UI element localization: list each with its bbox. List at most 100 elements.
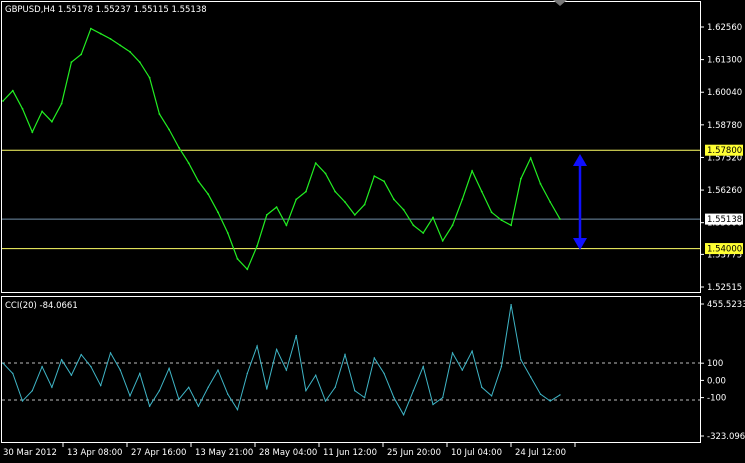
cci-point <box>275 348 278 351</box>
trading-chart[interactable]: GBPUSD,H4 1.55178 1.55237 1.55115 1.5513… <box>0 0 745 463</box>
cci-point <box>90 365 92 368</box>
cci-point <box>266 388 268 390</box>
price-point <box>314 162 317 165</box>
cci-point <box>256 345 258 347</box>
cci-point <box>41 365 43 368</box>
price-point <box>41 110 43 113</box>
cci-point <box>207 386 209 388</box>
price-point <box>480 190 483 193</box>
price-point <box>265 214 268 216</box>
cci-point <box>236 409 239 411</box>
price-point <box>256 245 258 247</box>
cci-point <box>31 390 33 392</box>
cci-point <box>490 395 493 397</box>
price-point <box>109 38 112 40</box>
time-axis-label: 13 May 21:00 <box>195 448 253 458</box>
cci-point <box>559 394 561 396</box>
price-point <box>99 32 102 35</box>
price-point <box>490 211 493 214</box>
price-point <box>11 89 14 92</box>
price-point <box>187 162 190 165</box>
price-point <box>129 50 131 53</box>
price-point <box>383 180 385 183</box>
price-point <box>539 183 542 185</box>
price-point <box>80 53 83 56</box>
time-axis-label: 24 Jul 12:00 <box>515 448 566 458</box>
price-point <box>21 107 24 110</box>
cci-point <box>373 357 375 359</box>
cci-axis-label: 0.00 <box>707 376 726 386</box>
cci-point <box>109 352 112 354</box>
main-header: GBPUSD,H4 1.55178 1.55237 1.55115 1.5513… <box>5 5 207 15</box>
cci-axis-label: -100 <box>707 394 726 404</box>
cci-point <box>422 365 424 368</box>
price-point <box>178 146 180 149</box>
cci-point <box>12 372 14 375</box>
price-point <box>461 198 464 201</box>
price-tag-label: 1.55138 <box>707 215 742 225</box>
cci-point <box>139 372 141 375</box>
cci-point <box>432 403 434 406</box>
cci-point <box>80 353 82 356</box>
cci-point <box>461 369 463 371</box>
cci-point <box>510 304 512 306</box>
cci-point <box>539 393 542 395</box>
price-point <box>344 201 346 203</box>
cci-point <box>168 367 170 369</box>
price-point <box>549 201 552 203</box>
price-point <box>305 190 307 193</box>
price-point <box>363 203 366 206</box>
time-axis-label: 25 Jun 20:00 <box>387 448 441 458</box>
price-point <box>119 44 122 47</box>
price-axis-label: 1.60040 <box>707 88 742 98</box>
cci-point <box>148 405 151 407</box>
cci-point <box>393 396 395 399</box>
price-point <box>402 208 405 211</box>
price-tag-label: 1.57800 <box>707 146 742 156</box>
cci-point <box>217 369 219 371</box>
price-point <box>148 76 151 79</box>
time-axis-label: 28 May 04:00 <box>259 448 317 458</box>
cci-point <box>402 414 405 416</box>
cci-point <box>158 390 161 392</box>
cci-point <box>412 390 415 392</box>
price-axis-label: 1.62560 <box>707 23 742 33</box>
price-point <box>207 193 210 196</box>
price-point <box>217 211 219 214</box>
price-axis-label: 1.61300 <box>707 56 742 66</box>
cci-point <box>129 395 131 397</box>
price-point <box>412 224 415 227</box>
cci-point <box>481 386 483 388</box>
cci-point <box>246 372 248 375</box>
cci-axis-label: 100 <box>707 359 723 369</box>
cci-point <box>70 374 73 376</box>
cci-point <box>178 398 180 400</box>
price-point <box>60 102 63 105</box>
price-point <box>451 224 454 227</box>
cci-point <box>324 400 327 402</box>
price-point <box>324 172 327 175</box>
price-point <box>334 190 337 193</box>
cci-point <box>119 369 122 371</box>
cci-point <box>60 359 63 361</box>
price-point <box>393 198 395 201</box>
price-point <box>353 214 356 216</box>
price-point <box>275 206 278 209</box>
cci-point <box>100 384 102 387</box>
price-point <box>158 113 161 115</box>
price-point <box>246 268 249 271</box>
chart-background <box>0 0 745 463</box>
price-point <box>138 61 141 64</box>
price-point <box>70 61 73 64</box>
price-point <box>2 100 4 102</box>
cci-point <box>451 352 454 354</box>
cci-point <box>295 334 297 337</box>
cci-point <box>530 376 532 378</box>
price-point <box>373 175 376 178</box>
price-axis-label: 1.58780 <box>707 121 742 131</box>
price-tag-label: 1.54000 <box>707 245 742 255</box>
price-point <box>471 170 473 172</box>
cci-point <box>334 386 336 388</box>
price-point <box>90 27 92 30</box>
cci-point <box>285 369 288 371</box>
